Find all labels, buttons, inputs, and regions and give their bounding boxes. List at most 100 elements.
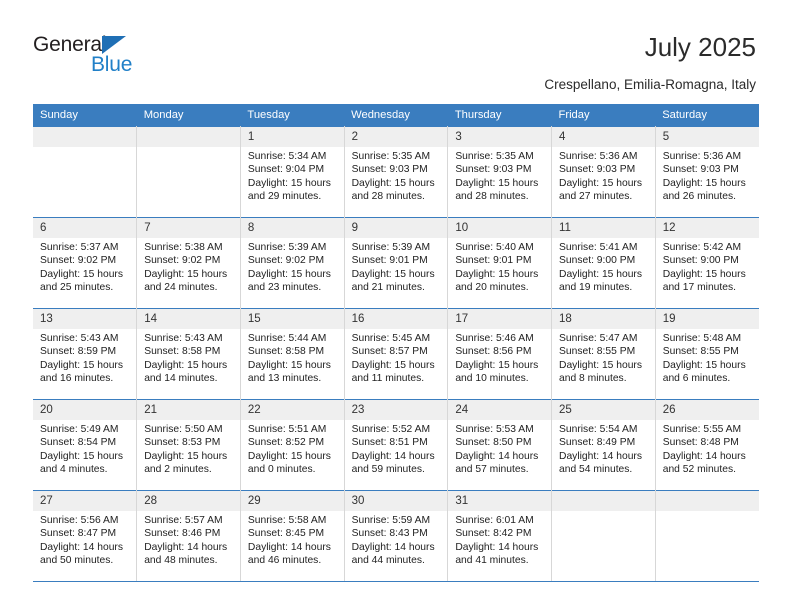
day-details: Sunrise: 5:43 AM Sunset: 8:58 PM Dayligh… [137, 329, 240, 386]
day-cell[interactable]: 16 Sunrise: 5:45 AM Sunset: 8:57 PM Dayl… [344, 308, 449, 400]
day-cell[interactable]: 12 Sunrise: 5:42 AM Sunset: 9:00 PM Dayl… [655, 217, 759, 309]
day-cell[interactable]: 5 Sunrise: 5:36 AM Sunset: 9:03 PM Dayli… [655, 126, 759, 218]
day-number: 9 [344, 218, 448, 238]
day-cell[interactable]: 23 Sunrise: 5:52 AM Sunset: 8:51 PM Dayl… [344, 399, 449, 491]
day-cell[interactable]: 20 Sunrise: 5:49 AM Sunset: 8:54 PM Dayl… [33, 399, 138, 491]
day-cell[interactable]: 29 Sunrise: 5:58 AM Sunset: 8:45 PM Dayl… [240, 490, 345, 582]
day-cell[interactable]: 31 Sunrise: 6:01 AM Sunset: 8:42 PM Dayl… [447, 490, 553, 582]
day-details: Sunrise: 5:35 AM Sunset: 9:03 PM Dayligh… [448, 147, 551, 204]
day-number: 26 [655, 400, 759, 420]
general-blue-logo: General Blue [33, 33, 163, 83]
daylight-text-line2: and 24 minutes. [144, 282, 218, 294]
day-number: 13 [33, 309, 137, 329]
daylight-text-line2: and 16 minutes. [40, 373, 114, 385]
day-cell[interactable]: 8 Sunrise: 5:39 AM Sunset: 9:02 PM Dayli… [240, 217, 345, 309]
day-cell[interactable]: 4 Sunrise: 5:36 AM Sunset: 9:03 PM Dayli… [551, 126, 656, 218]
sunrise-text: Sunrise: 5:47 AM [559, 333, 638, 344]
day-cell[interactable]: 1 Sunrise: 5:34 AM Sunset: 9:04 PM Dayli… [240, 126, 345, 218]
sunrise-text: Sunrise: 5:52 AM [351, 424, 431, 435]
sunset-text: Sunset: 9:00 PM [662, 255, 739, 267]
day-number [552, 491, 655, 511]
sunrise-text: Sunrise: 5:34 AM [247, 151, 327, 162]
day-number: 7 [137, 218, 240, 238]
day-cell[interactable]: 6 Sunrise: 5:37 AM Sunset: 9:02 PM Dayli… [33, 217, 138, 309]
day-cell[interactable]: 18 Sunrise: 5:47 AM Sunset: 8:55 PM Dayl… [551, 308, 656, 400]
day-cell[interactable]: 10 Sunrise: 5:40 AM Sunset: 9:01 PM Dayl… [447, 217, 553, 309]
day-cell[interactable]: 28 Sunrise: 5:57 AM Sunset: 8:46 PM Dayl… [136, 490, 241, 582]
daylight-text-line1: Daylight: 15 hours [351, 177, 435, 189]
day-details: Sunrise: 5:59 AM Sunset: 8:43 PM Dayligh… [345, 511, 448, 568]
daylight-text-line2: and 8 minutes. [559, 373, 627, 385]
daylight-text-line2: and 19 minutes. [559, 282, 633, 294]
daylight-text-line1: Daylight: 15 hours [144, 359, 228, 371]
day-cell-empty [136, 126, 241, 218]
calendar-week-row: 1 Sunrise: 5:34 AM Sunset: 9:04 PM Dayli… [33, 126, 759, 218]
day-cell[interactable]: 19 Sunrise: 5:48 AM Sunset: 8:55 PM Dayl… [655, 308, 759, 400]
sunrise-text: Sunrise: 5:38 AM [144, 242, 223, 253]
day-number: 30 [344, 491, 448, 511]
day-cell[interactable]: 22 Sunrise: 5:51 AM Sunset: 8:52 PM Dayl… [240, 399, 345, 491]
day-cell[interactable]: 9 Sunrise: 5:39 AM Sunset: 9:01 PM Dayli… [344, 217, 449, 309]
page-header: General Blue July 2025 Crespellano, Emil… [0, 0, 792, 100]
day-cell[interactable]: 26 Sunrise: 5:55 AM Sunset: 8:48 PM Dayl… [655, 399, 759, 491]
day-number: 22 [240, 400, 344, 420]
day-number: 14 [137, 309, 240, 329]
day-details: Sunrise: 5:56 AM Sunset: 8:47 PM Dayligh… [33, 511, 136, 568]
daylight-text-line2: and 26 minutes. [662, 191, 736, 203]
day-cell-empty [551, 490, 656, 582]
day-details: Sunrise: 5:42 AM Sunset: 9:00 PM Dayligh… [656, 238, 759, 295]
day-cell[interactable]: 30 Sunrise: 5:59 AM Sunset: 8:43 PM Dayl… [344, 490, 449, 582]
sunset-text: Sunset: 8:50 PM [455, 437, 532, 449]
sunset-text: Sunset: 9:00 PM [559, 255, 636, 267]
sunset-text: Sunset: 8:45 PM [247, 528, 325, 540]
sunset-text: Sunset: 8:58 PM [144, 346, 221, 358]
day-details: Sunrise: 5:58 AM Sunset: 8:45 PM Dayligh… [241, 511, 344, 568]
day-details: Sunrise: 5:47 AM Sunset: 8:55 PM Dayligh… [552, 329, 655, 386]
weekday-header-monday: Monday [136, 104, 241, 127]
day-number: 25 [552, 400, 655, 420]
day-number: 3 [448, 127, 552, 147]
sunset-text: Sunset: 8:52 PM [247, 437, 325, 449]
sunrise-text: Sunrise: 5:40 AM [455, 242, 534, 253]
daylight-text-line2: and 17 minutes. [662, 282, 736, 294]
daylight-text-line1: Daylight: 14 hours [455, 450, 539, 462]
day-cell[interactable]: 25 Sunrise: 5:54 AM Sunset: 8:49 PM Dayl… [551, 399, 656, 491]
daylight-text-line1: Daylight: 15 hours [455, 177, 539, 189]
logo-triangle-icon [102, 36, 126, 54]
sunset-text: Sunset: 9:02 PM [247, 255, 325, 267]
daylight-text-line1: Daylight: 14 hours [247, 541, 331, 553]
daylight-text-line2: and 29 minutes. [247, 191, 322, 203]
day-cell[interactable]: 27 Sunrise: 5:56 AM Sunset: 8:47 PM Dayl… [33, 490, 138, 582]
daylight-text-line2: and 28 minutes. [455, 191, 529, 203]
day-cell[interactable]: 3 Sunrise: 5:35 AM Sunset: 9:03 PM Dayli… [447, 126, 553, 218]
day-cell[interactable]: 13 Sunrise: 5:43 AM Sunset: 8:59 PM Dayl… [33, 308, 138, 400]
day-cell[interactable]: 24 Sunrise: 5:53 AM Sunset: 8:50 PM Dayl… [447, 399, 553, 491]
daylight-text-line1: Daylight: 14 hours [662, 450, 746, 462]
day-number: 2 [344, 127, 448, 147]
day-cell[interactable]: 15 Sunrise: 5:44 AM Sunset: 8:58 PM Dayl… [240, 308, 345, 400]
sunset-text: Sunset: 9:03 PM [455, 164, 532, 176]
day-cell[interactable]: 11 Sunrise: 5:41 AM Sunset: 9:00 PM Dayl… [551, 217, 656, 309]
day-cell[interactable]: 21 Sunrise: 5:50 AM Sunset: 8:53 PM Dayl… [136, 399, 241, 491]
day-details: Sunrise: 5:57 AM Sunset: 8:46 PM Dayligh… [137, 511, 240, 568]
sunset-text: Sunset: 8:48 PM [662, 437, 739, 449]
day-details: Sunrise: 5:38 AM Sunset: 9:02 PM Dayligh… [137, 238, 240, 295]
day-cell[interactable]: 2 Sunrise: 5:35 AM Sunset: 9:03 PM Dayli… [344, 126, 449, 218]
day-cell[interactable]: 17 Sunrise: 5:46 AM Sunset: 8:56 PM Dayl… [447, 308, 553, 400]
day-details: Sunrise: 5:50 AM Sunset: 8:53 PM Dayligh… [137, 420, 240, 477]
sunrise-text: Sunrise: 5:39 AM [351, 242, 431, 253]
day-number [137, 127, 240, 147]
daylight-text-line1: Daylight: 15 hours [662, 359, 746, 371]
weekday-header-sunday: Sunday [33, 104, 137, 127]
daylight-text-line1: Daylight: 15 hours [40, 359, 123, 371]
day-number: 27 [33, 491, 137, 511]
day-cell[interactable]: 7 Sunrise: 5:38 AM Sunset: 9:02 PM Dayli… [136, 217, 241, 309]
daylight-text-line2: and 48 minutes. [144, 555, 218, 567]
day-cell[interactable]: 14 Sunrise: 5:43 AM Sunset: 8:58 PM Dayl… [136, 308, 241, 400]
sunrise-text: Sunrise: 6:01 AM [455, 515, 534, 526]
sunset-text: Sunset: 9:03 PM [351, 164, 428, 176]
sunrise-text: Sunrise: 5:36 AM [662, 151, 742, 162]
day-number: 5 [655, 127, 759, 147]
calendar-week-row: 6 Sunrise: 5:37 AM Sunset: 9:02 PM Dayli… [33, 217, 759, 309]
daylight-text-line2: and 44 minutes. [351, 555, 425, 567]
